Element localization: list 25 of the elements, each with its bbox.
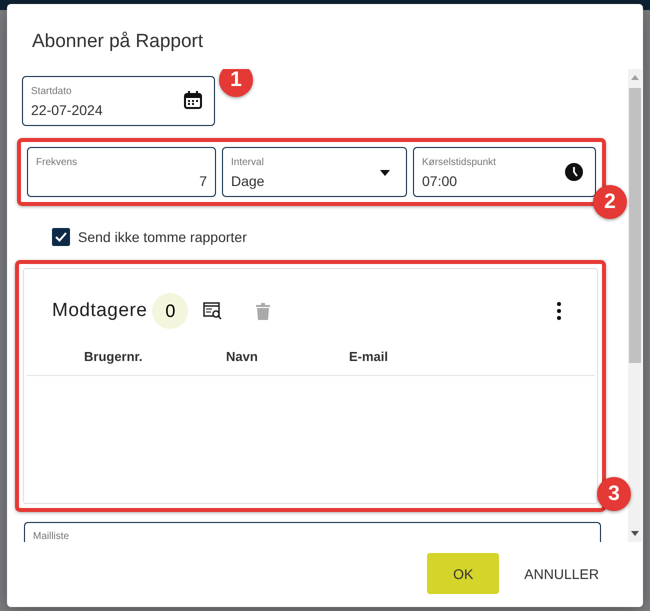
column-header[interactable]: Navn [226,341,258,375]
date-field[interactable]: Startdato 22-07-2024 [22,76,215,126]
annotation-badge: 2 [593,185,627,219]
column-header[interactable]: E-mail [349,341,388,375]
scrollbar[interactable] [628,69,642,542]
frequency-field[interactable]: Frekvens 7 [27,147,216,197]
caret-icon [380,170,390,176]
cancel-button[interactable]: ANNULLER [507,553,616,594]
annotation-badge: 1 [219,69,253,97]
mailing-list-field[interactable]: Mailliste [24,522,601,542]
checkbox[interactable] [52,228,70,246]
time-field[interactable]: Kørselstidspunkt 07:00 [413,147,596,197]
table-search-icon[interactable] [203,302,224,320]
column-header[interactable]: Brugernr. [26,341,143,375]
clock-icon [565,163,583,181]
card-title: Modtagere [52,300,148,322]
checkbox-label: Send ikke tomme rapporter [78,229,247,245]
calendar-icon [184,91,202,109]
annotation-badge: 3 [597,477,631,511]
ok-button[interactable]: OK [427,553,500,594]
interval-dropdown[interactable]: Interval Dage [222,147,407,197]
more-icon[interactable] [557,302,561,320]
dialog-title: Abonner på Rapport [31,30,204,54]
count-badge: 0 [152,293,188,329]
scroll-down-icon[interactable] [631,531,639,536]
